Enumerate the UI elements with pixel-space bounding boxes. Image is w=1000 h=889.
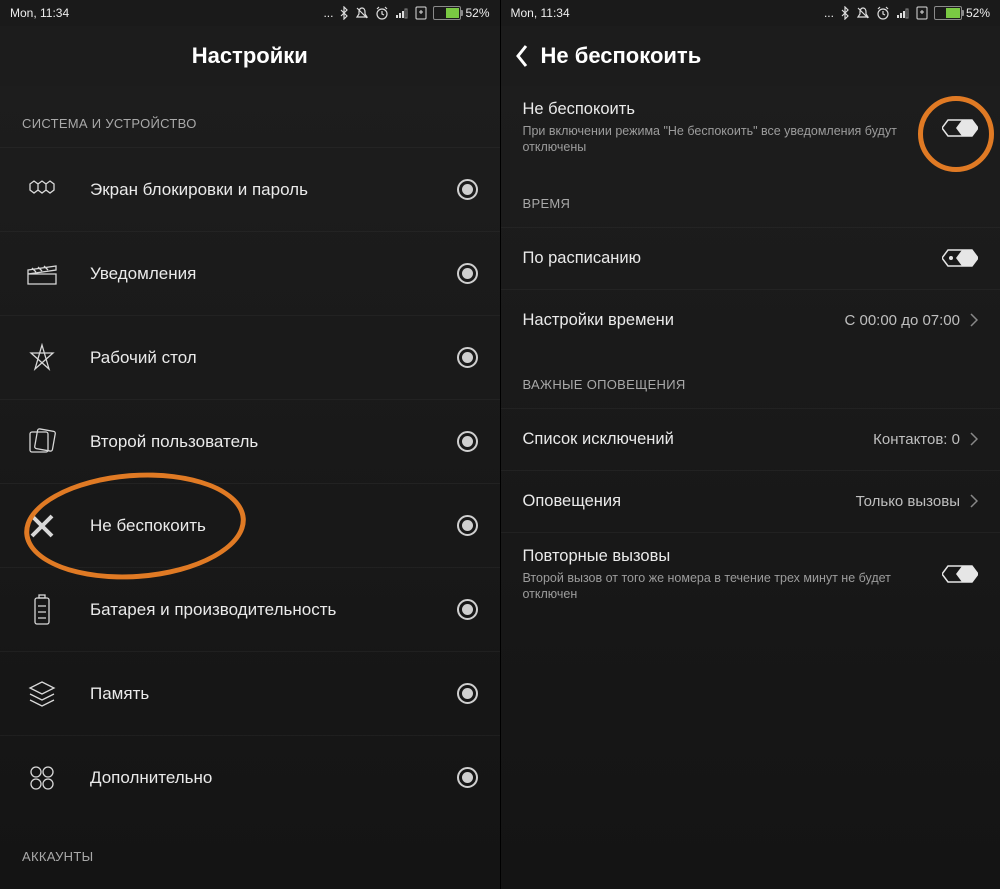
mute-icon	[856, 6, 870, 20]
item-label: Второй пользователь	[90, 432, 457, 452]
dnd-subtitle: При включении режима "Не беспокоить" все…	[523, 123, 943, 156]
status-time: Mon, 11:34	[10, 6, 69, 20]
section-accounts: АККАУНТЫ	[0, 819, 500, 880]
circles-icon	[22, 758, 62, 798]
star-knot-icon	[22, 338, 62, 378]
section-time: ВРЕМЯ	[501, 170, 1000, 227]
section-alerts: ВАЖНЫЕ ОПОВЕЩЕНИЯ	[501, 351, 1000, 408]
chevron-right-icon	[970, 313, 978, 327]
dots-icon: ...	[323, 6, 333, 20]
chevron-right-icon	[970, 494, 978, 508]
notifications-label: Оповещения	[523, 492, 856, 511]
schedule-label: По расписанию	[523, 249, 943, 268]
status-bar: Mon, 11:34 ... 52%	[0, 0, 500, 26]
time-settings-label: Настройки времени	[523, 311, 845, 330]
battery-icon	[22, 590, 62, 630]
status-icons: ... 52%	[824, 6, 990, 20]
battery-icon	[934, 6, 962, 20]
back-icon[interactable]	[515, 44, 529, 68]
title-bar: Не беспокоить	[501, 26, 1000, 86]
radio-icon	[457, 431, 478, 452]
repeat-subtitle: Второй вызов от того же номера в течение…	[523, 570, 943, 603]
battery-indicator: 52%	[433, 6, 489, 20]
status-bar: Mon, 11:34 ... 52%	[501, 0, 1000, 26]
cards-icon	[22, 422, 62, 462]
dnd-screen: Mon, 11:34 ... 52% Не беспокоить Не бесп…	[500, 0, 1000, 889]
time-settings-value: С 00:00 до 07:00	[844, 312, 960, 329]
alarm-icon	[375, 6, 389, 20]
toggle-switch[interactable]	[942, 248, 978, 268]
sim-icon	[415, 6, 427, 20]
cross-icon	[22, 506, 62, 546]
signal-icon	[395, 7, 409, 19]
settings-item-memory[interactable]: Память	[0, 651, 500, 735]
status-time: Mon, 11:34	[511, 6, 570, 20]
settings-item-notifications[interactable]: Уведомления	[0, 231, 500, 315]
item-label: Память	[90, 684, 457, 704]
item-label: Уведомления	[90, 264, 457, 284]
clapperboard-icon	[22, 254, 62, 294]
battery-percent: 52%	[966, 6, 990, 20]
status-icons: ... 52%	[323, 6, 489, 20]
mute-icon	[355, 6, 369, 20]
radio-icon	[457, 683, 478, 704]
exceptions-row[interactable]: Список исключений Контактов: 0	[501, 408, 1000, 470]
time-settings-row[interactable]: Настройки времени С 00:00 до 07:00	[501, 289, 1000, 351]
notifications-value: Только вызовы	[856, 493, 960, 510]
dnd-title: Не беспокоить	[523, 100, 943, 119]
section-system-device: СИСТЕМА И УСТРОЙСТВО	[0, 86, 500, 147]
settings-item-battery[interactable]: Батарея и производительность	[0, 567, 500, 651]
alarm-icon	[876, 6, 890, 20]
exceptions-label: Список исключений	[523, 430, 874, 449]
schedule-row[interactable]: По расписанию	[501, 227, 1000, 289]
settings-item-more[interactable]: Дополнительно	[0, 735, 500, 819]
item-label: Батарея и производительность	[90, 600, 457, 620]
battery-percent: 52%	[465, 6, 489, 20]
battery-icon	[433, 6, 461, 20]
radio-icon	[457, 515, 478, 536]
item-label: Экран блокировки и пароль	[90, 180, 457, 200]
battery-indicator: 52%	[934, 6, 990, 20]
dnd-toggle-row[interactable]: Не беспокоить При включении режима "Не б…	[501, 86, 1000, 170]
radio-icon	[457, 347, 478, 368]
page-title: Не беспокоить	[541, 43, 702, 69]
radio-icon	[457, 599, 478, 620]
item-label: Рабочий стол	[90, 348, 457, 368]
bluetooth-icon	[339, 6, 349, 20]
repeat-calls-row[interactable]: Повторные вызовы Второй вызов от того же…	[501, 532, 1000, 617]
repeat-title: Повторные вызовы	[523, 547, 943, 566]
notifications-row[interactable]: Оповещения Только вызовы	[501, 470, 1000, 532]
radio-icon	[457, 767, 478, 788]
chevron-right-icon	[970, 432, 978, 446]
toggle-switch[interactable]	[942, 564, 978, 584]
radio-icon	[457, 263, 478, 284]
settings-item-second-user[interactable]: Второй пользователь	[0, 399, 500, 483]
dots-icon: ...	[824, 6, 834, 20]
layers-icon	[22, 674, 62, 714]
sim-icon	[916, 6, 928, 20]
item-label: Не беспокоить	[90, 516, 457, 536]
bluetooth-icon	[840, 6, 850, 20]
settings-item-desktop[interactable]: Рабочий стол	[0, 315, 500, 399]
exceptions-value: Контактов: 0	[873, 431, 960, 448]
signal-icon	[896, 7, 910, 19]
settings-item-lockscreen[interactable]: Экран блокировки и пароль	[0, 147, 500, 231]
radio-icon	[457, 179, 478, 200]
settings-screen: Mon, 11:34 ... 52% Настройки СИСТЕМА И У…	[0, 0, 500, 889]
toggle-switch[interactable]	[942, 118, 978, 138]
item-label: Дополнительно	[90, 768, 457, 788]
settings-item-dnd[interactable]: Не беспокоить	[0, 483, 500, 567]
honeycomb-icon	[22, 170, 62, 210]
page-title: Настройки	[0, 26, 500, 86]
